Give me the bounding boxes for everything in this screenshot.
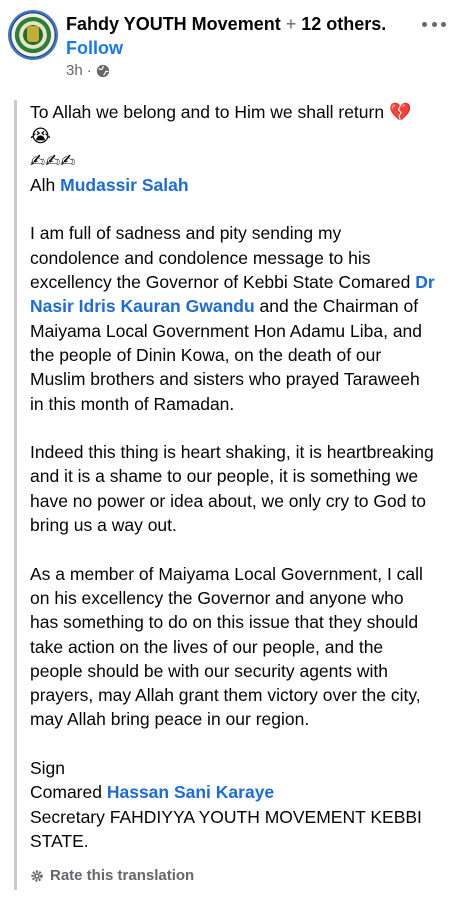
post-header: Fahdy YOUTH Movement + 12 others. Follow… xyxy=(0,0,456,90)
emoji-line-1: 😭 xyxy=(30,124,435,148)
emoji-line-2: ✍✍✍ xyxy=(30,149,435,173)
post-text: To Allah we belong and to Him we shall r… xyxy=(30,100,435,853)
rate-translation-label: Rate this translation xyxy=(50,867,195,884)
paragraph-call-to-action: As a member of Maiyama Local Government,… xyxy=(30,563,423,730)
globe-icon xyxy=(96,64,109,78)
sign-label: Sign xyxy=(30,758,66,779)
broken-heart-icon: 💔 xyxy=(388,102,412,122)
paragraph-condolence: I am full of sadness and pity sending my… xyxy=(30,221,435,415)
signer-prefix: Comared xyxy=(30,782,107,803)
post-meta: 3h · xyxy=(66,62,110,80)
paragraph-heartbreak: Indeed this thing is heart shaking, it i… xyxy=(30,442,434,536)
opening-line: To Allah we belong and to Him we shall r… xyxy=(30,100,435,124)
author-prefix: Alh xyxy=(30,174,61,195)
gear-icon xyxy=(31,870,43,882)
more-options-icon[interactable] xyxy=(422,18,446,30)
post-time[interactable]: 3h xyxy=(66,62,83,80)
signer-mention[interactable]: Hassan Sani Karaye xyxy=(107,782,274,802)
signer-line: Comared Hassan Sani Karaye xyxy=(30,780,435,804)
others-link[interactable]: 12 others. xyxy=(301,14,386,34)
page-name-link[interactable]: Fahdy YOUTH Movement xyxy=(66,14,281,34)
post-title: Fahdy YOUTH Movement + 12 others. xyxy=(66,12,411,36)
signer-title: Secretary FAHDIYYA YOUTH MOVEMENT KEBBI … xyxy=(30,806,422,851)
translation-divider xyxy=(14,100,17,890)
paragraph-1-start: I am full of sadness and pity sending my… xyxy=(30,223,416,293)
opening-text: To Allah we belong and to Him we shall r… xyxy=(30,102,385,122)
writing-hand-icon: ✍✍✍ xyxy=(30,150,76,171)
avatar-emblem xyxy=(27,26,39,42)
follow-button[interactable]: Follow xyxy=(66,37,123,59)
meta-separator: · xyxy=(86,62,92,79)
author-mention[interactable]: Mudassir Salah xyxy=(60,175,188,195)
rate-translation-button[interactable]: Rate this translation xyxy=(30,866,194,886)
plus-sign: + xyxy=(285,14,297,34)
crying-face-icon: 😭 xyxy=(30,126,52,147)
page-avatar[interactable] xyxy=(10,12,56,58)
author-line: Alh Mudassir Salah xyxy=(30,173,435,197)
